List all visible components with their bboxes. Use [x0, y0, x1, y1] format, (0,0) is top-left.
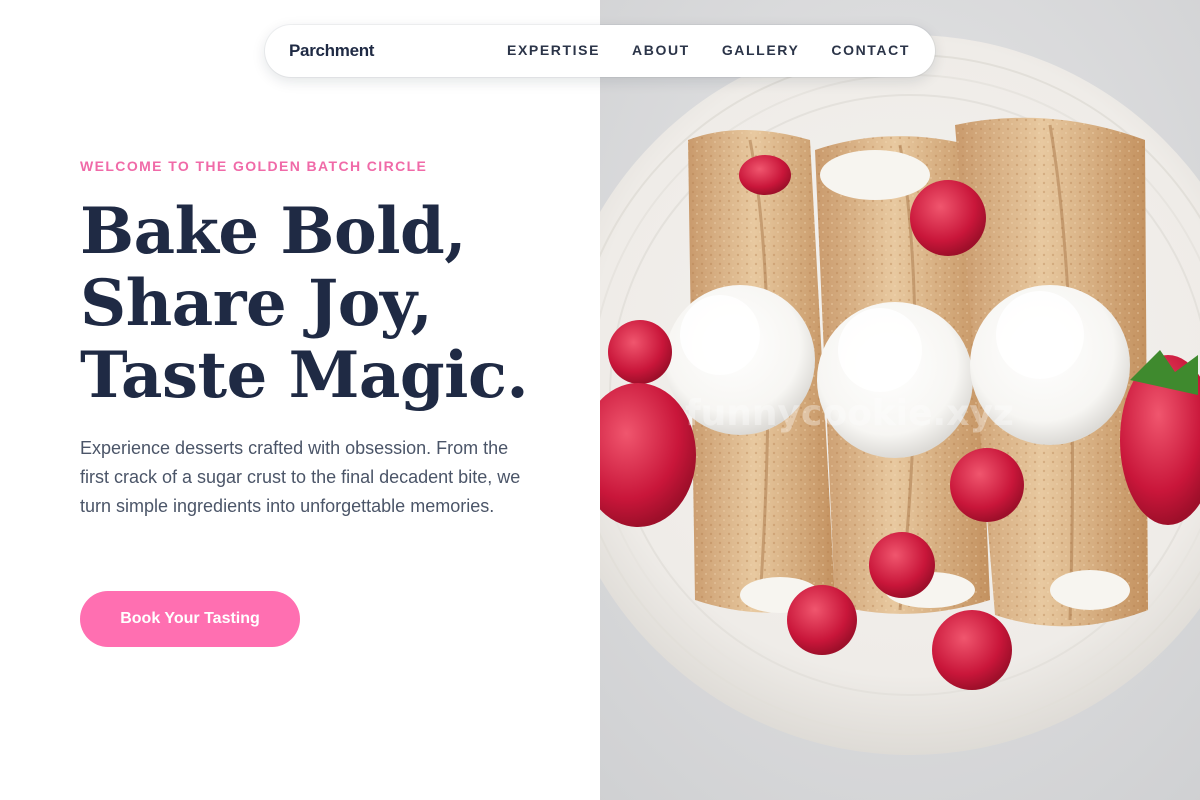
nav-link-gallery[interactable]: GALLERY: [722, 42, 800, 58]
hero-image: funnycookie.xyz: [600, 0, 1200, 800]
hero-text-panel: WELCOME TO THE GOLDEN BATCH CIRCLE Bake …: [0, 0, 600, 800]
book-tasting-button[interactable]: Book Your Tasting: [80, 591, 300, 647]
hero-description: Experience desserts crafted with obsessi…: [80, 438, 521, 516]
nav-link-contact[interactable]: CONTACT: [831, 42, 910, 58]
headline-line-3: Taste Magic.: [80, 338, 529, 413]
headline-line-1: Bake Bold,: [80, 194, 467, 269]
nav-link-about[interactable]: ABOUT: [632, 42, 690, 58]
brand-logo[interactable]: Parchment: [289, 41, 374, 61]
image-watermark: funnycookie.xyz: [685, 393, 1014, 434]
headline-line-2: Share Joy,: [80, 266, 433, 341]
hero-headline: Bake Bold, Share Joy, Taste Magic.: [80, 196, 580, 412]
hero-eyebrow: WELCOME TO THE GOLDEN BATCH CIRCLE: [80, 158, 428, 174]
nav-links: EXPERTISE ABOUT GALLERY CONTACT: [507, 42, 910, 58]
nav-link-expertise[interactable]: EXPERTISE: [507, 42, 600, 58]
top-navigation: Parchment EXPERTISE ABOUT GALLERY CONTAC…: [265, 25, 935, 77]
